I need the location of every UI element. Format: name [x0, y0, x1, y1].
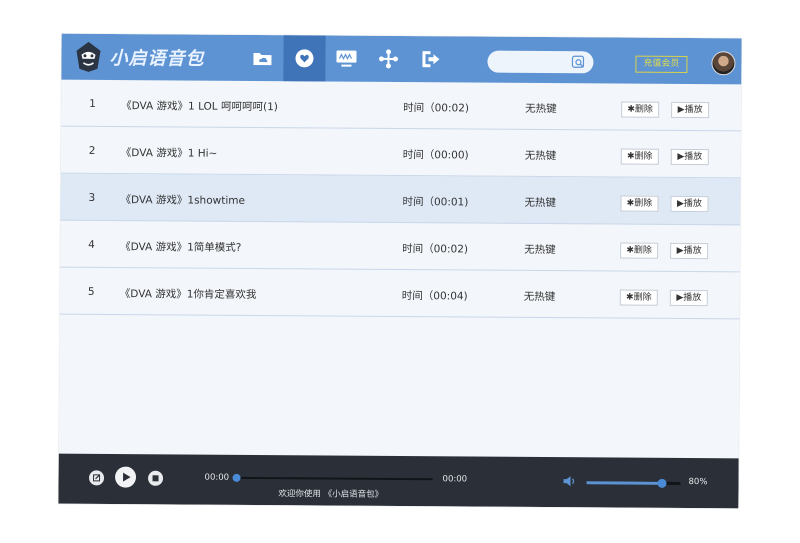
total-time: 00:00	[442, 474, 468, 485]
volume-fill	[586, 481, 662, 485]
track-title: 《DVA 游戏》1 LOL 呵呵呵呵(1)	[121, 100, 278, 114]
edit-icon	[89, 470, 105, 486]
track-index: 4	[88, 238, 95, 251]
pin-icon: ✱	[626, 198, 635, 209]
volume-percentage: 80%	[688, 477, 708, 488]
track-hotkey[interactable]: 无热键	[525, 101, 557, 116]
volume-icon[interactable]	[562, 474, 576, 488]
progress-bar[interactable]	[232, 473, 433, 482]
nav-item-exit[interactable]	[409, 36, 451, 82]
list-item[interactable]: 4 《DVA 游戏》1简单模式? 时间（00:02) 无热键 ✱删除 ▶播放	[60, 220, 741, 273]
track-title: 《DVA 游戏》1你肯定喜欢我	[119, 288, 257, 301]
search-box[interactable]	[487, 50, 594, 74]
current-time: 00:00	[204, 472, 230, 483]
stop-icon	[148, 470, 164, 486]
list-item[interactable]: 2 《DVA 游戏》1 Hi~ 时间（00:00) 无热键 ✱删除 ▶播放	[60, 126, 741, 179]
main-nav	[241, 35, 451, 82]
track-hotkey[interactable]: 无热键	[525, 148, 557, 163]
welcome-text: 欢迎你使用 《小启语音包》	[278, 489, 384, 500]
track-duration: 时间（00:01)	[402, 196, 469, 209]
player-bar: 00:00 00:00 欢迎你使用 《小启语音包》 80%	[58, 453, 739, 509]
track-list: 1 《DVA 游戏》1 LOL 呵呵呵呵(1) 时间（00:02) 无热键 ✱删…	[59, 79, 742, 320]
folder-cloud-icon	[253, 52, 272, 66]
avatar[interactable]	[711, 51, 736, 76]
nav-item-folder[interactable]	[241, 35, 283, 81]
search-icon[interactable]	[571, 55, 585, 69]
delete-button[interactable]: ✱删除	[620, 195, 659, 212]
delete-button[interactable]: ✱删除	[620, 148, 659, 165]
pin-icon: ✱	[626, 151, 635, 162]
play-pause-button[interactable]	[114, 466, 137, 488]
app-logo	[76, 41, 101, 72]
progress-handle[interactable]	[232, 473, 241, 482]
track-duration: 时间（00:04)	[401, 290, 468, 303]
track-hotkey[interactable]: 无热键	[524, 289, 556, 304]
move-arrows-icon	[378, 49, 398, 69]
top-bar: 小启语音包 充值会员	[61, 33, 742, 85]
list-item[interactable]: 1 《DVA 游戏》1 LOL 呵呵呵呵(1) 时间（00:02) 无热键 ✱删…	[60, 79, 742, 132]
delete-button[interactable]: ✱删除	[621, 101, 660, 118]
nav-item-move[interactable]	[367, 36, 409, 82]
delete-button[interactable]: ✱删除	[620, 242, 659, 259]
play-button[interactable]: ▶播放	[670, 242, 709, 260]
play-button[interactable]: ▶播放	[670, 148, 709, 166]
track-title: 《DVA 游戏》1showtime	[120, 194, 246, 207]
heart-icon	[295, 49, 314, 68]
pin-icon: ✱	[626, 245, 634, 256]
track-duration: 时间（00:02)	[402, 243, 469, 256]
track-duration: 时间（00:02)	[403, 102, 470, 115]
pin-icon: ✱	[626, 292, 634, 303]
play-icon	[115, 466, 137, 488]
volume-handle[interactable]	[657, 478, 667, 488]
track-index: 2	[88, 144, 96, 157]
track-duration: 时间（00:00)	[402, 149, 469, 162]
app-title: 小启语音包	[109, 47, 205, 70]
track-index: 5	[87, 285, 95, 298]
volume-slider[interactable]	[586, 478, 681, 488]
track-title: 《DVA 游戏》1简单模式?	[120, 241, 242, 254]
track-hotkey[interactable]: 无热键	[524, 195, 556, 210]
track-title: 《DVA 游戏》1 Hi~	[120, 147, 218, 160]
edit-button[interactable]	[88, 470, 105, 486]
list-item[interactable]: 3 《DVA 游戏》1showtime 时间（00:01) 无热键 ✱删除 ▶播…	[60, 173, 741, 226]
play-button[interactable]: ▶播放	[670, 195, 709, 213]
exit-icon	[422, 51, 440, 68]
track-index: 3	[88, 191, 96, 204]
nav-item-monitor[interactable]	[325, 35, 367, 81]
play-button[interactable]: ▶播放	[671, 101, 710, 119]
delete-button[interactable]: ✱删除	[619, 289, 658, 306]
play-button[interactable]: ▶播放	[669, 289, 708, 307]
track-index: 1	[89, 97, 96, 110]
app-window: 小启语音包 充值会员 1 《DVA 游戏》1 LOL 呵呵呵呵(1) 时间（00…	[58, 33, 742, 509]
vip-recharge-button[interactable]: 充值会员	[635, 55, 688, 74]
pin-icon: ✱	[627, 104, 635, 115]
stop-button[interactable]	[147, 470, 164, 486]
list-item[interactable]: 5 《DVA 游戏》1你肯定喜欢我 时间（00:04) 无热键 ✱删除 ▶播放	[59, 267, 740, 320]
track-hotkey[interactable]: 无热键	[524, 242, 556, 257]
nav-item-favorites[interactable]	[283, 35, 326, 82]
monitor-icon	[336, 50, 357, 67]
